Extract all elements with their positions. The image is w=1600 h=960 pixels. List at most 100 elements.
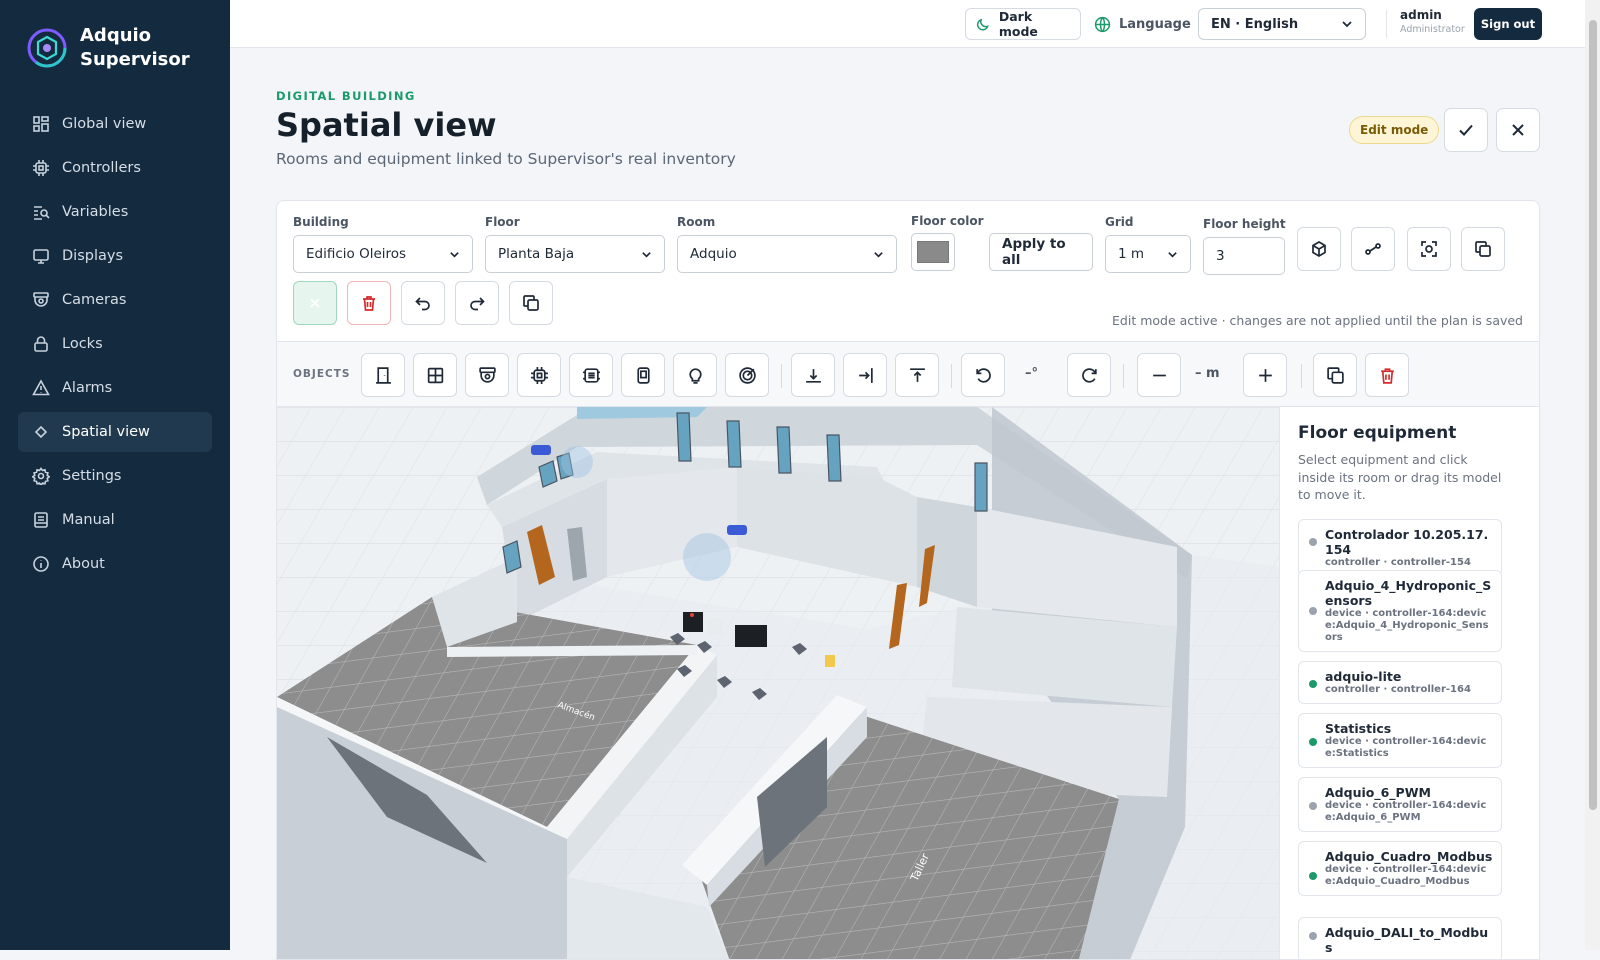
sidebar-item-displays[interactable]: Displays (18, 236, 212, 276)
decrease-size-button[interactable] (1137, 353, 1181, 397)
confirm-button[interactable] (1444, 108, 1488, 152)
walk-mode-button[interactable] (1351, 227, 1395, 271)
align-top-button[interactable] (895, 353, 939, 397)
sidebar-item-locks[interactable]: Locks (18, 324, 212, 364)
topbar: Dark mode Language EN · English admin Ad… (230, 0, 1600, 48)
3d-view-button[interactable] (1297, 227, 1341, 271)
sidebar-item-spatial-view[interactable]: Spatial view (18, 412, 212, 452)
room-label: Room (677, 215, 716, 229)
sidebar-item-variables[interactable]: Variables (18, 192, 212, 232)
floor-height-input[interactable]: 3 (1203, 237, 1285, 275)
copy-icon (523, 295, 539, 311)
close-button[interactable] (1496, 108, 1540, 152)
focus-view-button[interactable] (1407, 227, 1451, 271)
rotate-right-button[interactable] (1067, 353, 1111, 397)
add-display-button[interactable] (621, 353, 665, 397)
bulb-icon (688, 367, 702, 384)
close-icon (1512, 124, 1524, 136)
trash-icon (363, 296, 375, 311)
floor-color-picker[interactable] (911, 233, 955, 271)
equipment-card[interactable]: Adquio_4_Hydroponic_Sensors device · con… (1298, 570, 1502, 652)
floor-color-label: Floor color (911, 214, 984, 228)
sidebar-item-global-view[interactable]: Global view (18, 104, 212, 144)
sidebar-item-label: Displays (62, 248, 124, 264)
language-label: Language (1094, 8, 1191, 40)
apply-to-all-button[interactable]: Apply to all (989, 233, 1093, 271)
sidebar-item-cameras[interactable]: Cameras (18, 280, 212, 320)
sidebar-item-label: Alarms (62, 380, 113, 396)
align-right-button[interactable] (843, 353, 887, 397)
copy-floor-button[interactable] (1461, 227, 1505, 271)
window-icon (427, 367, 443, 383)
duplicate-object-button[interactable] (1313, 353, 1357, 397)
spatial-editor-panel: Building Edificio Oleiros Floor Planta B… (276, 200, 1540, 960)
dark-mode-button[interactable]: Dark mode (965, 8, 1081, 40)
align-bottom-icon (805, 368, 821, 383)
align-bottom-button[interactable] (791, 353, 835, 397)
floor-plan-render: Almacén Taller (277, 407, 1279, 959)
camera-icon (32, 291, 50, 309)
3d-floor-canvas[interactable]: Almacén Taller (277, 407, 1279, 959)
sidebar: Adquio Supervisor Global view Controller… (0, 0, 230, 950)
door-icon (375, 366, 391, 384)
status-dot (1309, 607, 1317, 615)
rotate-left-button[interactable] (961, 353, 1005, 397)
duplicate-room-button[interactable] (509, 281, 553, 325)
sign-out-button[interactable]: Sign out (1474, 8, 1542, 40)
sidebar-item-about[interactable]: About (18, 544, 212, 584)
floor-select[interactable]: Planta Baja (485, 235, 665, 273)
target-icon (738, 366, 756, 384)
delete-room-button[interactable] (347, 281, 391, 325)
divider (1301, 364, 1302, 388)
board-icon (582, 367, 600, 383)
grid-select[interactable]: 1 m (1105, 235, 1191, 273)
cancel-selection-button[interactable] (293, 281, 337, 325)
sidebar-item-alarms[interactable]: Alarms (18, 368, 212, 408)
equipment-card[interactable]: Adquio_6_PWM device · controller-164:dev… (1298, 777, 1502, 832)
align-right-icon (858, 367, 873, 383)
tablet-icon (636, 366, 650, 384)
sidebar-item-settings[interactable]: Settings (18, 456, 212, 496)
floor-equipment-title: Floor equipment (1298, 423, 1457, 443)
monitor-icon (32, 247, 50, 265)
status-dot (1309, 932, 1317, 940)
check-icon (1459, 124, 1473, 136)
rotate-cw-icon (1081, 367, 1097, 383)
floor-height-label: Floor height (1203, 217, 1286, 231)
equipment-card[interactable]: adquio-lite controller · controller-164 (1298, 661, 1502, 704)
equipment-card[interactable]: Controlador 10.205.17.154 controller · c… (1298, 519, 1502, 577)
camera-icon (478, 366, 496, 383)
undo-button[interactable] (401, 281, 445, 325)
equipment-card[interactable]: Adquio_Cuadro_Modbus device · controller… (1298, 841, 1502, 896)
equipment-card[interactable]: Statistics device · controller-164:devic… (1298, 713, 1502, 768)
page-subtitle: Rooms and equipment linked to Supervisor… (276, 150, 736, 168)
redo-button[interactable] (455, 281, 499, 325)
page-eyebrow: DIGITAL BUILDING (276, 89, 416, 103)
add-light-button[interactable] (673, 353, 717, 397)
add-sensor-button[interactable] (725, 353, 769, 397)
sidebar-item-controllers[interactable]: Controllers (18, 148, 212, 188)
add-door-button[interactable] (361, 353, 405, 397)
increase-size-button[interactable] (1243, 353, 1287, 397)
add-window-button[interactable] (413, 353, 457, 397)
delete-object-button[interactable] (1365, 353, 1409, 397)
add-controller-button[interactable] (517, 353, 561, 397)
undo-icon (415, 297, 430, 311)
sidebar-item-manual[interactable]: Manual (18, 500, 212, 540)
brand[interactable]: Adquio Supervisor (26, 24, 190, 72)
add-device-button[interactable] (569, 353, 613, 397)
page-scrollbar-thumb[interactable] (1589, 20, 1597, 810)
status-dot (1309, 872, 1317, 880)
building-select[interactable]: Edificio Oleiros (293, 235, 473, 273)
floor-equipment-description: Select equipment and click inside its ro… (1298, 452, 1502, 502)
sidebar-item-label: Spatial view (62, 424, 150, 440)
equipment-card[interactable]: Adquio_DALI_to_Modbus (1298, 917, 1502, 959)
divider (781, 364, 782, 388)
room-select[interactable]: Adquio (677, 235, 897, 273)
floor-color-swatch (917, 241, 949, 263)
add-camera-button[interactable] (465, 353, 509, 397)
diamond-icon (32, 423, 50, 441)
minus-icon (1152, 374, 1166, 376)
language-select[interactable]: EN · English (1198, 8, 1366, 40)
status-dot (1309, 738, 1317, 746)
